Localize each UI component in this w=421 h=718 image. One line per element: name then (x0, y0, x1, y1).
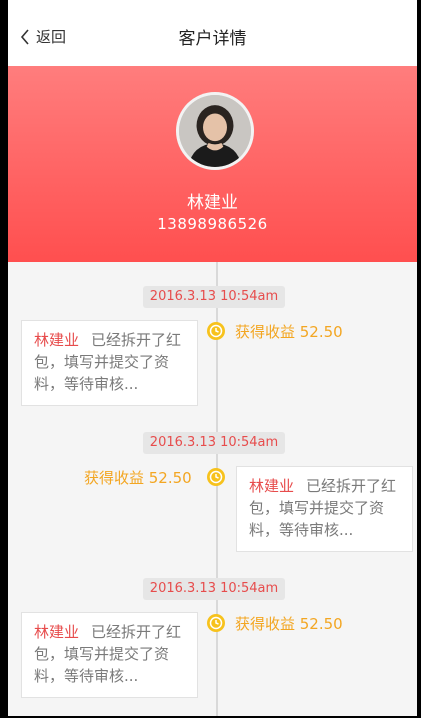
clock-icon (206, 613, 226, 633)
top-nav-bar: 返回 客户详情 (8, 0, 417, 66)
timeline-card[interactable]: 林建业 已经拆开了红包，填写并提交了资料，等待审核... (21, 612, 198, 698)
timeline-timestamp: 2016.3.13 10:54am (143, 578, 285, 600)
page-title: 客户详情 (178, 29, 247, 49)
avatar-photo (179, 95, 251, 167)
profile-header: 林建业 13898986526 (8, 66, 417, 262)
earnings-label: 获得收益 52.50 (235, 615, 343, 633)
card-actor: 林建业 (34, 331, 80, 349)
card-actor: 林建业 (249, 477, 295, 495)
timeline-timestamp: 2016.3.13 10:54am (143, 286, 285, 308)
customer-detail-screen: 返回 客户详情 林建业 13898986526 2016.3.13 10:54a… (8, 0, 417, 716)
timeline-card[interactable]: 林建业 已经拆开了红包，填写并提交了资料，等待审核... (236, 466, 413, 552)
customer-name: 林建业 (187, 193, 238, 213)
earnings-label: 获得收益 52.50 (235, 323, 343, 341)
earnings-label: 获得收益 52.50 (84, 469, 192, 487)
timeline-timestamp: 2016.3.13 10:54am (143, 432, 285, 454)
card-actor: 林建业 (34, 623, 80, 641)
customer-phone: 13898986526 (157, 215, 268, 233)
clock-icon (206, 467, 226, 487)
clock-icon (206, 321, 226, 341)
timeline-card[interactable]: 林建业 已经拆开了红包，填写并提交了资料，等待审核... (21, 320, 198, 406)
avatar (176, 92, 254, 170)
